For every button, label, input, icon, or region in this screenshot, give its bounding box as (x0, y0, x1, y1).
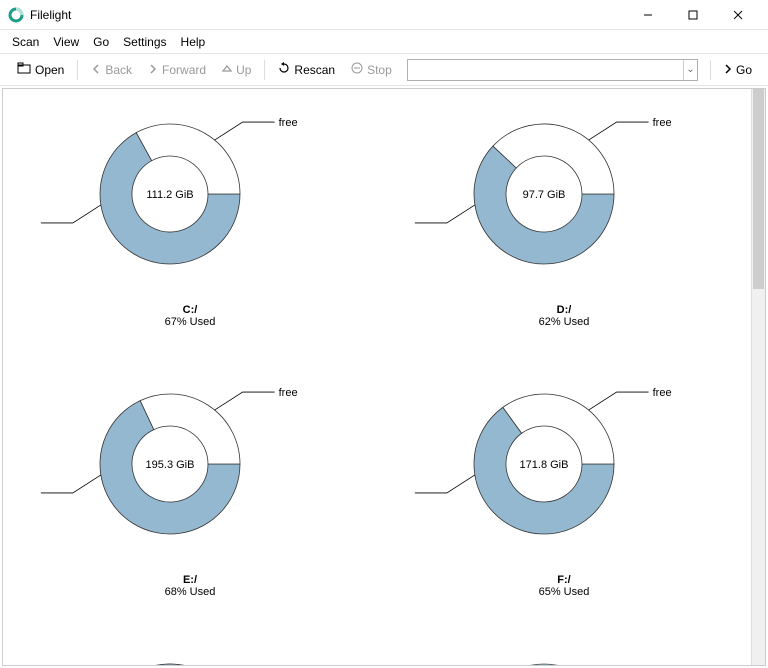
toolbar: Open Back Forward Up Rescan Stop ⌄ Go (0, 54, 768, 86)
svg-text:111.2 GiB: 111.2 GiB (146, 189, 193, 201)
svg-text:free: free (279, 117, 298, 129)
up-icon (222, 63, 232, 77)
stop-button[interactable]: Stop (344, 58, 399, 81)
disk-name: F:/ (557, 574, 570, 586)
stop-icon (351, 62, 363, 77)
up-button[interactable]: Up (215, 59, 258, 81)
svg-text:195.3 GiB: 195.3 GiB (146, 459, 195, 471)
menu-scan[interactable]: Scan (12, 35, 39, 49)
back-label: Back (105, 63, 132, 77)
disk-chart[interactable]: 111.2 GiB free used C:/ 67% Used (3, 89, 377, 359)
forward-icon (148, 63, 158, 77)
rescan-label: Rescan (294, 63, 335, 77)
forward-button[interactable]: Forward (141, 59, 213, 81)
svg-text:free: free (279, 387, 298, 399)
window-controls (625, 0, 760, 30)
content-area: 111.2 GiB free used C:/ 67% Used 97.7 Gi… (2, 88, 766, 666)
menu-help[interactable]: Help (181, 35, 206, 49)
rescan-icon (278, 62, 290, 77)
disk-label: F:/ 65% Used (377, 574, 751, 598)
app-icon (8, 7, 24, 23)
back-icon (91, 63, 101, 77)
disk-chart[interactable]: 195.3 GiB free used E:/ 68% Used (3, 359, 377, 629)
up-label: Up (236, 63, 251, 77)
path-input[interactable]: ⌄ (407, 59, 698, 81)
donut-chart: 171.8 GiB free used (414, 379, 714, 574)
open-label: Open (35, 63, 64, 77)
scrollbar[interactable] (751, 89, 765, 665)
minimize-button[interactable] (625, 0, 670, 30)
separator (710, 60, 711, 80)
stop-label: Stop (367, 63, 392, 77)
titlebar: Filelight (0, 0, 768, 30)
disk-usage: 62% Used (539, 316, 590, 328)
donut-chart: 97.7 GiB free used (414, 109, 714, 304)
scroll-area: 111.2 GiB free used C:/ 67% Used 97.7 Gi… (3, 89, 751, 665)
separator (264, 60, 265, 80)
rescan-button[interactable]: Rescan (271, 58, 342, 81)
disk-name: D:/ (557, 304, 572, 316)
svg-text:97.7 GiB: 97.7 GiB (523, 189, 566, 201)
disk-chart[interactable]: 97.7 GiB free used D:/ 62% Used (377, 89, 751, 359)
disk-usage: 68% Used (165, 586, 216, 598)
open-button[interactable]: Open (10, 58, 71, 81)
maximize-button[interactable] (670, 0, 715, 30)
menu-settings[interactable]: Settings (123, 35, 166, 49)
svg-text:free: free (653, 387, 672, 399)
disk-label: D:/ 62% Used (377, 304, 751, 328)
donut-chart: 111.2 GiB free used (40, 109, 340, 304)
disk-chart-partial (3, 629, 751, 665)
go-button[interactable]: Go (717, 60, 758, 80)
go-label: Go (736, 63, 752, 77)
donut-chart: 195.3 GiB free used (40, 379, 340, 574)
scrollbar-thumb[interactable] (753, 89, 764, 289)
disk-grid: 111.2 GiB free used C:/ 67% Used 97.7 Gi… (3, 89, 751, 665)
disk-label: E:/ 68% Used (3, 574, 377, 598)
disk-label: C:/ 67% Used (3, 304, 377, 328)
go-icon (723, 63, 733, 77)
back-button[interactable]: Back (84, 59, 139, 81)
separator (77, 60, 78, 80)
disk-usage: 65% Used (539, 586, 590, 598)
disk-name: C:/ (183, 304, 198, 316)
open-icon (17, 62, 31, 77)
close-button[interactable] (715, 0, 760, 30)
disk-usage: 67% Used (165, 316, 216, 328)
disk-chart[interactable]: 171.8 GiB free used F:/ 65% Used (377, 359, 751, 629)
menu-go[interactable]: Go (93, 35, 109, 49)
forward-label: Forward (162, 63, 206, 77)
disk-name: E:/ (183, 574, 197, 586)
menubar: Scan View Go Settings Help (0, 30, 768, 54)
svg-text:171.8 GiB: 171.8 GiB (520, 459, 569, 471)
chevron-down-icon[interactable]: ⌄ (683, 60, 697, 80)
svg-text:free: free (653, 117, 672, 129)
menu-view[interactable]: View (53, 35, 79, 49)
window-title: Filelight (30, 8, 625, 22)
